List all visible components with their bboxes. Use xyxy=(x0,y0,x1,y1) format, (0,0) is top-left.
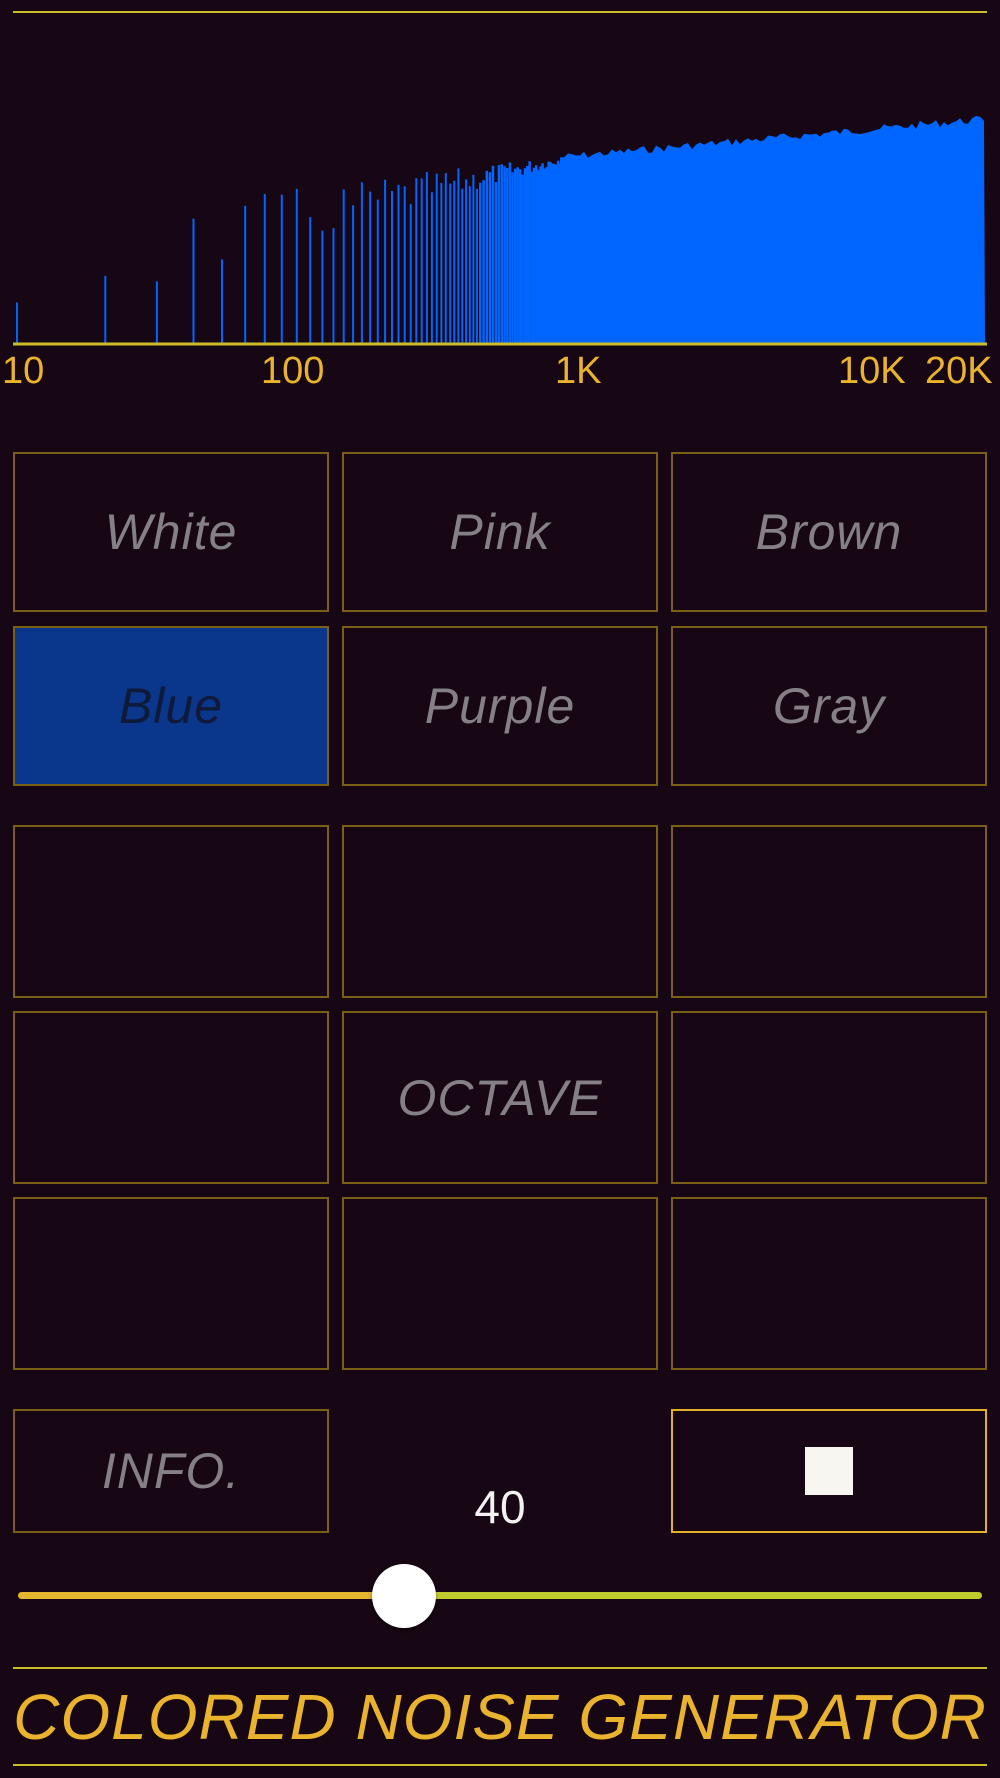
stop-icon xyxy=(805,1447,853,1495)
octave-cell-2[interactable] xyxy=(342,825,658,998)
title-top-divider xyxy=(13,1667,987,1669)
octave-cell-8[interactable] xyxy=(342,1197,658,1370)
noise-gray-button[interactable]: Gray xyxy=(671,626,987,786)
volume-slider[interactable] xyxy=(18,1564,982,1628)
octave-cell-7[interactable] xyxy=(13,1197,329,1370)
octave-cell-3[interactable] xyxy=(671,825,987,998)
axis-label-10: 10 xyxy=(2,350,45,392)
axis-label-1k: 1K xyxy=(555,350,602,392)
noise-blue-button[interactable]: Blue xyxy=(13,626,329,786)
frequency-spectrum xyxy=(13,116,987,346)
axis-label-10k: 10K xyxy=(838,350,906,392)
slider-track-filled xyxy=(18,1592,404,1599)
octave-cell-6[interactable] xyxy=(671,1011,987,1184)
app-title: COLORED NOISE GENERATOR xyxy=(13,1681,987,1753)
info-button[interactable]: INFO. xyxy=(13,1409,329,1533)
octave-cell-9[interactable] xyxy=(671,1197,987,1370)
slider-thumb[interactable] xyxy=(372,1564,436,1628)
title-bottom-divider xyxy=(13,1764,987,1766)
volume-value: 40 xyxy=(474,1481,526,1533)
stop-button[interactable] xyxy=(671,1409,987,1533)
noise-white-button[interactable]: White xyxy=(13,452,329,612)
octave-cell-1[interactable] xyxy=(13,825,329,998)
octave-cell-4[interactable] xyxy=(13,1011,329,1184)
noise-purple-button[interactable]: Purple xyxy=(342,626,658,786)
spectrum-fill xyxy=(560,116,985,344)
noise-pink-button[interactable]: Pink xyxy=(342,452,658,612)
axis-label-100: 100 xyxy=(261,350,325,392)
noise-brown-button[interactable]: Brown xyxy=(671,452,987,612)
axis-label-20k: 20K xyxy=(925,350,993,392)
octave-button[interactable]: OCTAVE xyxy=(342,1011,658,1184)
slider-track-empty xyxy=(404,1592,982,1599)
